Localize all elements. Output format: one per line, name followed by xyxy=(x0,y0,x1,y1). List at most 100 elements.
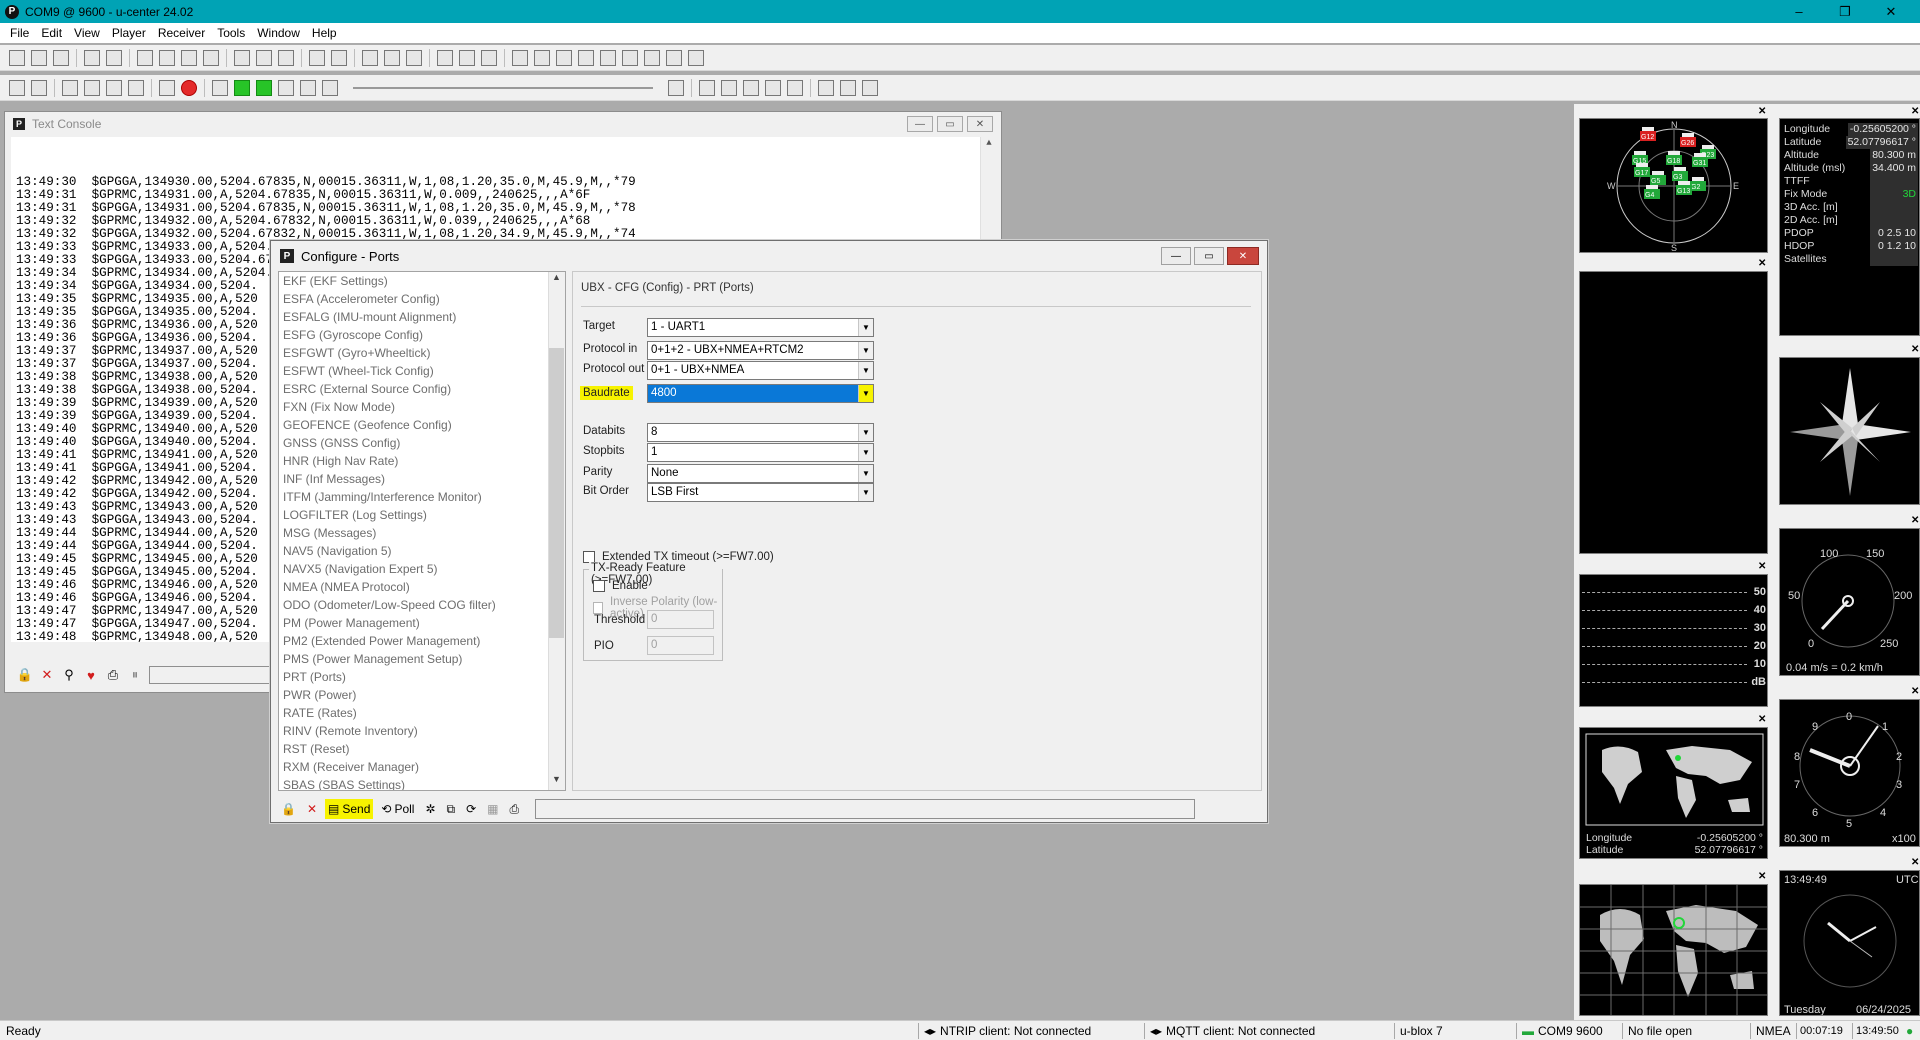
message-list-item[interactable]: NAVX5 (Navigation Expert 5) xyxy=(279,560,565,578)
message-list-item[interactable]: RATE (Rates) xyxy=(279,704,565,722)
playback-slider[interactable] xyxy=(353,86,653,89)
close-icon[interactable]: ✕ xyxy=(1758,871,1766,882)
message-list-item[interactable]: SBAS (SBAS Settings) xyxy=(279,776,565,790)
save-icon[interactable] xyxy=(31,49,47,66)
close-button[interactable]: ✕ xyxy=(1868,0,1914,23)
message-list-item[interactable]: PRT (Ports) xyxy=(279,668,565,686)
chevron-down-icon[interactable]: ▼ xyxy=(858,465,873,482)
message-list-item[interactable]: ESFG (Gyroscope Config) xyxy=(279,326,565,344)
mqtt-status[interactable]: ◂▸ MQTT client: Not connected xyxy=(1150,1023,1315,1039)
protocol-out-select[interactable]: 0+1 - UBX+NMEA ▼ xyxy=(647,361,874,380)
copy-icon[interactable] xyxy=(159,49,175,66)
lock-icon[interactable]: 🔒 xyxy=(17,667,33,683)
message-list-item[interactable]: ESFGWT (Gyro+Wheeltick) xyxy=(279,344,565,362)
message-list-item[interactable]: EKF (EKF Settings) xyxy=(279,272,565,290)
message-list-item[interactable]: PMS (Power Management Setup) xyxy=(279,650,565,668)
online-aiding-icon[interactable] xyxy=(840,79,856,96)
menu-window[interactable]: Window xyxy=(251,26,306,40)
debug-icon[interactable] xyxy=(84,79,100,96)
send-button[interactable]: ▤ Send xyxy=(325,799,374,819)
message-list-item[interactable]: ITFM (Jamming/Interference Monitor) xyxy=(279,488,565,506)
satellite-marker[interactable]: G17 xyxy=(1634,163,1650,177)
scroll-thumb[interactable] xyxy=(549,348,564,638)
close-icon[interactable]: ✕ xyxy=(1758,258,1766,269)
message-list-item[interactable]: ESFALG (IMU-mount Alignment) xyxy=(279,308,565,326)
message-list-item[interactable]: RINV (Remote Inventory) xyxy=(279,722,565,740)
checkbox-box[interactable] xyxy=(593,580,605,592)
satellite-marker[interactable]: G15 xyxy=(1632,151,1648,165)
rewind-icon[interactable] xyxy=(322,79,338,96)
satellite-marker[interactable]: G26 xyxy=(1680,133,1696,147)
graph-icon[interactable] xyxy=(459,49,475,66)
table-view-icon[interactable] xyxy=(600,49,616,66)
ntrip-status[interactable]: ◂▸ NTRIP client: Not connected xyxy=(924,1023,1091,1039)
compass-icon[interactable] xyxy=(666,49,682,66)
view-split-icon[interactable] xyxy=(331,49,347,66)
heart-icon[interactable]: ♥ xyxy=(83,667,99,683)
step-back-icon[interactable] xyxy=(278,79,294,96)
parity-select[interactable]: None ▼ xyxy=(647,464,874,483)
port-status[interactable]: ▬ COM9 9600 xyxy=(1522,1023,1603,1039)
dialog-titlebar[interactable]: P Configure - Ports — ▭ ✕ xyxy=(271,241,1267,271)
autobaud-icon[interactable] xyxy=(62,79,78,96)
print-preview-icon[interactable] xyxy=(106,49,122,66)
close-icon[interactable]: ✕ xyxy=(1911,515,1919,526)
step-forward-icon[interactable] xyxy=(300,79,316,96)
close-icon[interactable]: ✕ xyxy=(1758,106,1766,117)
menu-edit[interactable]: Edit xyxy=(35,26,68,40)
eject-icon[interactable] xyxy=(159,79,175,96)
scroll-down-icon[interactable]: ▼ xyxy=(548,774,565,790)
message-list-item[interactable]: INF (Inf Messages) xyxy=(279,470,565,488)
agps-icon[interactable] xyxy=(818,79,834,96)
document-icon[interactable] xyxy=(234,49,250,66)
message-list-item[interactable]: MSG (Messages) xyxy=(279,524,565,542)
documents-icon[interactable] xyxy=(256,49,272,66)
chevron-down-icon[interactable]: ▼ xyxy=(858,362,873,379)
console-icon[interactable] xyxy=(362,49,378,66)
stopbits-select[interactable]: 1 ▼ xyxy=(647,443,874,462)
chevron-down-icon[interactable]: ▼ xyxy=(858,319,873,336)
satellite-marker[interactable]: G4 xyxy=(1644,185,1660,199)
chevron-down-icon[interactable]: ▼ xyxy=(858,484,873,501)
message-list-item[interactable]: RST (Reset) xyxy=(279,740,565,758)
checkbox-box[interactable] xyxy=(593,602,603,614)
signal-icon[interactable] xyxy=(622,49,638,66)
close-icon[interactable]: ✕ xyxy=(1758,714,1766,725)
assist-icon[interactable] xyxy=(787,79,803,96)
print-icon[interactable]: ⎙ xyxy=(105,667,121,683)
message-list-item[interactable]: FXN (Fix Now Mode) xyxy=(279,398,565,416)
hot-start-icon[interactable] xyxy=(699,79,715,96)
restore-button[interactable]: ❐ xyxy=(1822,0,1868,23)
menu-player[interactable]: Player xyxy=(106,26,152,40)
message-list-item[interactable]: HNR (High Nav Rate) xyxy=(279,452,565,470)
fast-forward-icon[interactable] xyxy=(256,79,272,96)
message-list[interactable]: EKF (EKF Settings) ESFA (Accelerometer Co… xyxy=(278,271,566,791)
menu-tools[interactable]: Tools xyxy=(211,26,251,40)
satellite-marker[interactable]: G5 xyxy=(1650,171,1666,185)
satellite-marker[interactable]: G2 xyxy=(1690,177,1706,191)
tools-icon[interactable] xyxy=(128,79,144,96)
message-list-item[interactable]: NMEA (NMEA Protocol) xyxy=(279,578,565,596)
end-icon[interactable] xyxy=(668,79,684,96)
databits-select[interactable]: 8 ▼ xyxy=(647,423,874,442)
print-icon[interactable] xyxy=(84,49,100,66)
minimize-button[interactable]: – xyxy=(1776,0,1822,23)
message-list-item[interactable]: GNSS (GNSS Config) xyxy=(279,434,565,452)
chevron-down-icon[interactable]: ▼ xyxy=(858,444,873,461)
document-list-icon[interactable] xyxy=(278,49,294,66)
menu-view[interactable]: View xyxy=(68,26,106,40)
record-settings-icon[interactable] xyxy=(203,49,219,66)
load-icon[interactable]: ⧉ xyxy=(444,799,459,819)
message-list-item[interactable]: RXM (Receiver Manager) xyxy=(279,758,565,776)
pio-select[interactable]: 0 xyxy=(647,636,714,655)
satellite-marker[interactable]: G12 xyxy=(1640,127,1656,141)
minimize-icon[interactable]: — xyxy=(907,116,933,132)
menu-file[interactable]: File xyxy=(4,26,35,40)
new-icon[interactable] xyxy=(9,49,25,66)
close-icon[interactable]: ✕ xyxy=(1911,106,1919,117)
message-list-item[interactable]: GEOFENCE (Geofence Config) xyxy=(279,416,565,434)
chevron-down-icon[interactable]: ▼ xyxy=(858,385,873,402)
message-list-item[interactable]: ODO (Odometer/Low-Speed COG filter) xyxy=(279,596,565,614)
gnss-config-icon[interactable] xyxy=(765,79,781,96)
dashboard-icon[interactable] xyxy=(578,49,594,66)
